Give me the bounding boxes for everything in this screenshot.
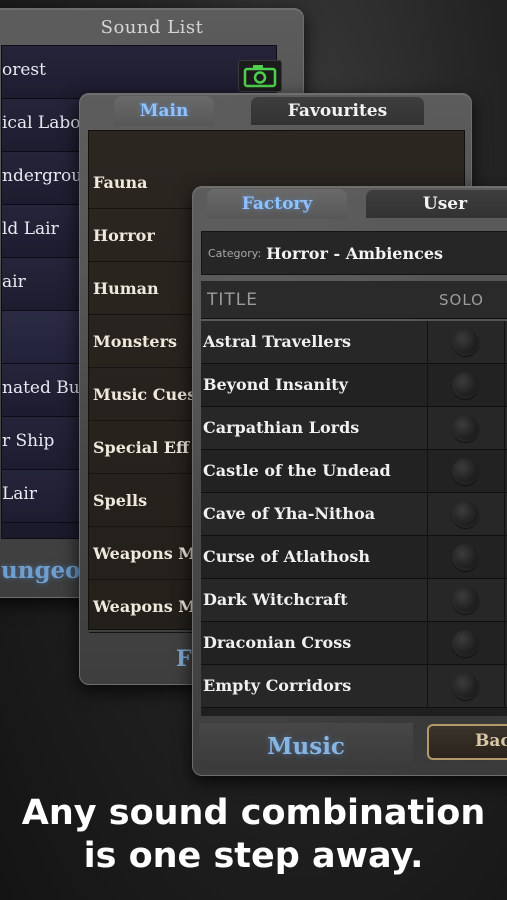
promo-caption: Any sound combination is one step away. [0, 792, 507, 878]
sound-title: Curse of Atlathosh [203, 547, 370, 566]
solo-toggle[interactable] [452, 501, 479, 528]
sound-list-item-label: r Ship [2, 431, 55, 451]
sound-list-item-label: ndergrou [2, 166, 83, 186]
column-header-solo: SOLO [439, 291, 484, 309]
table-row[interactable]: Astral Travellers [201, 321, 507, 364]
column-header-title[interactable]: TITLE [207, 290, 258, 310]
table-row[interactable]: Carpathian Lords [201, 407, 507, 450]
solo-toggle[interactable] [452, 372, 479, 399]
table-row[interactable]: Castle of the Undead [201, 450, 507, 493]
solo-cell [427, 407, 505, 449]
camera-icon [243, 65, 277, 88]
solo-cell [427, 364, 505, 406]
tab-factory[interactable]: Factory [207, 189, 347, 219]
tab-favourites[interactable]: Favourites [250, 96, 425, 126]
category-selector[interactable]: Category: Horror - Ambiences [201, 231, 507, 275]
solo-toggle[interactable] [452, 329, 479, 356]
sound-title: Castle of the Undead [203, 461, 391, 480]
caption-line-2: is one step away. [83, 836, 424, 876]
category-item-label: Human [93, 279, 159, 298]
sound-list-item-label: ld Lair [2, 219, 59, 239]
sound-list-title: Sound List [100, 17, 204, 38]
table-row[interactable]: Dark Witchcraft [201, 579, 507, 622]
sound-title: Beyond Insanity [203, 375, 348, 394]
table-row[interactable]: Draconian Cross [201, 622, 507, 665]
category-item-label: Weapons M [93, 597, 196, 616]
sound-title: Dark Witchcraft [203, 590, 348, 609]
table-row[interactable]: Cave of Yha-Nithoa [201, 493, 507, 536]
solo-toggle[interactable] [452, 673, 479, 700]
category-value: Horror - Ambiences [266, 243, 444, 263]
solo-cell [427, 622, 505, 664]
sound-title: Carpathian Lords [203, 418, 360, 437]
category-item-label: Fauna [93, 173, 148, 192]
category-item-label: Weapons M [93, 544, 196, 563]
sound-list-item-label: air [2, 272, 26, 292]
solo-toggle[interactable] [452, 415, 479, 442]
caption-line-1: Any sound combination [21, 793, 486, 833]
category-label: Category: [208, 246, 262, 260]
solo-cell [427, 493, 505, 535]
library-footer[interactable]: F [176, 646, 192, 672]
table-row[interactable]: Empty Corridors [201, 665, 507, 708]
solo-cell [427, 321, 505, 363]
tab-user[interactable]: User [365, 189, 507, 219]
sound-table: Astral Travellers Beyond Insanity Carpat… [201, 321, 507, 716]
category-item-label: Spells [93, 491, 148, 510]
sound-list-item-label: Lair [2, 484, 37, 504]
camera-button[interactable] [238, 60, 282, 92]
table-header: TITLE SOLO [201, 281, 507, 319]
sound-title: Astral Travellers [203, 332, 352, 351]
solo-toggle[interactable] [452, 630, 479, 657]
sounds-panel: Factory User Category: Horror - Ambience… [192, 186, 507, 776]
tab-main[interactable]: Main [114, 96, 214, 126]
category-item-label: Music Cues [93, 385, 197, 404]
sound-title: Draconian Cross [203, 633, 352, 652]
category-item-label: Special Eff [93, 438, 190, 457]
sound-list-item[interactable]: orest [2, 46, 276, 99]
table-row[interactable]: Curse of Atlathosh [201, 536, 507, 579]
solo-toggle[interactable] [452, 458, 479, 485]
sound-list-item-label: orest [2, 60, 46, 80]
table-row[interactable]: Beyond Insanity [201, 364, 507, 407]
solo-cell [427, 536, 505, 578]
solo-toggle[interactable] [452, 587, 479, 614]
solo-cell [427, 450, 505, 492]
solo-cell [427, 665, 505, 707]
sound-title: Empty Corridors [203, 676, 352, 695]
solo-cell [427, 579, 505, 621]
sound-title: Cave of Yha-Nithoa [203, 504, 376, 523]
sound-list-item-label: ical Labo [2, 113, 81, 133]
category-item-label: Monsters [93, 332, 178, 351]
music-button[interactable]: Music [199, 723, 413, 769]
category-item-label: Horror [93, 226, 155, 245]
sound-list-item-label: nated Bu [2, 378, 80, 398]
back-button[interactable]: Back [427, 724, 507, 760]
solo-toggle[interactable] [452, 544, 479, 571]
